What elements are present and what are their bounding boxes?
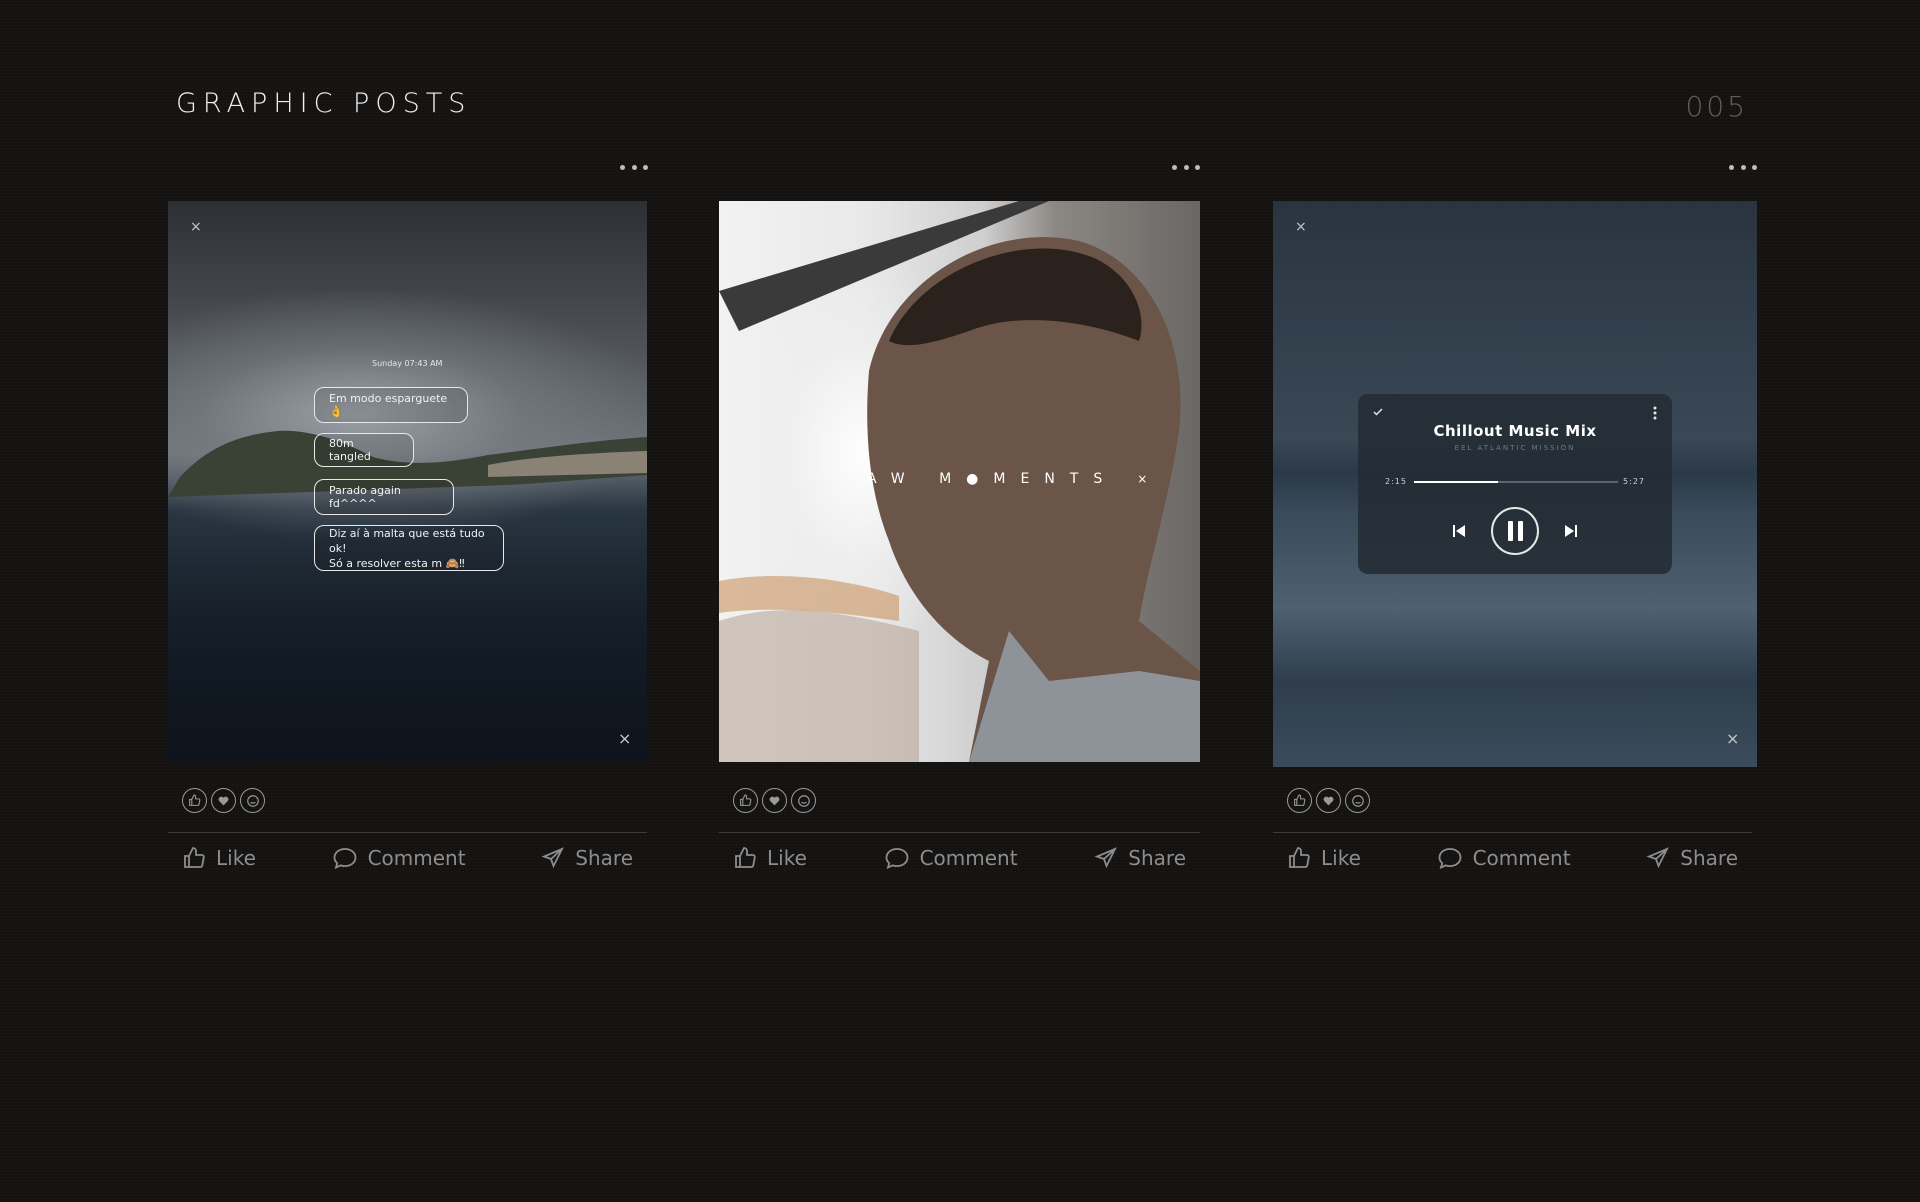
more-options-icon[interactable] (1172, 160, 1200, 174)
total-duration: 5:27 (1623, 477, 1645, 486)
send-icon (541, 847, 565, 869)
close-icon[interactable]: × (1137, 472, 1147, 486)
like-button[interactable]: Like (182, 846, 256, 870)
send-icon (1646, 847, 1670, 869)
progress-bar[interactable] (1414, 481, 1618, 483)
comment-bubble-icon (333, 848, 356, 870)
skip-previous-icon[interactable] (1452, 524, 1466, 538)
share-label: Share (1128, 846, 1186, 870)
share-button[interactable]: Share (1646, 846, 1738, 870)
send-icon (1094, 847, 1118, 869)
comment-button[interactable]: Comment (884, 846, 1018, 870)
post-image[interactable]: × × Sunday 07:43 AM Em modo esparguete 👌… (168, 201, 647, 762)
page-number: 005 (1685, 90, 1748, 123)
share-button[interactable]: Share (541, 846, 633, 870)
divider (1273, 832, 1752, 833)
smiley-reaction-icon[interactable] (1345, 788, 1370, 813)
like-button[interactable]: Like (1287, 846, 1361, 870)
post-card: × × Chillout Music Mix EEL ATLANTIC MISS… (1273, 160, 1757, 880)
post-card: AW M●MENTS × Like Comment Share (719, 160, 1200, 880)
reaction-icons (182, 788, 265, 813)
comment-label: Comment (367, 846, 466, 870)
track-title: Chillout Music Mix (1433, 422, 1597, 440)
like-button[interactable]: Like (733, 846, 807, 870)
thumbs-up-icon (1289, 847, 1310, 868)
post-image[interactable]: AW M●MENTS × (719, 201, 1200, 762)
reaction-icons (733, 788, 816, 813)
reaction-icons (1287, 788, 1370, 813)
track-subtitle: EEL ATLANTIC MISSION (1454, 444, 1576, 452)
like-label: Like (767, 846, 807, 870)
chat-bubble: Diz aí à malta que está tudo ok! Só a re… (314, 525, 504, 571)
thumbs-up-reaction-icon[interactable] (1287, 788, 1312, 813)
smiley-reaction-icon[interactable] (240, 788, 265, 813)
close-icon[interactable]: × (618, 729, 631, 748)
overlay-title: AW M●MENTS × (867, 471, 1147, 487)
close-icon[interactable]: × (1726, 729, 1739, 748)
close-icon[interactable]: × (1295, 219, 1307, 235)
chat-bubble: Em modo esparguete 👌 (314, 387, 468, 423)
comment-label: Comment (919, 846, 1018, 870)
smiley-reaction-icon[interactable] (791, 788, 816, 813)
chat-bubble: 80m tangled (314, 433, 414, 467)
comment-label: Comment (1472, 846, 1571, 870)
heart-reaction-icon[interactable] (1316, 788, 1341, 813)
music-player: Chillout Music Mix EEL ATLANTIC MISSION … (1358, 394, 1672, 574)
share-button[interactable]: Share (1094, 846, 1186, 870)
post-card: × × Sunday 07:43 AM Em modo esparguete 👌… (168, 160, 648, 880)
comment-bubble-icon (1438, 848, 1461, 870)
chat-bubble-line: Diz aí à malta que está tudo ok! (329, 526, 485, 555)
thumbs-up-reaction-icon[interactable] (182, 788, 207, 813)
thumbs-up-icon (735, 847, 756, 868)
heart-reaction-icon[interactable] (762, 788, 787, 813)
check-icon[interactable] (1372, 406, 1384, 418)
thumbs-up-icon (184, 847, 205, 868)
heart-reaction-icon[interactable] (211, 788, 236, 813)
chat-bubble-line: Só a resolver esta m 🙈‼ (329, 556, 465, 570)
divider (168, 832, 647, 833)
like-label: Like (216, 846, 256, 870)
thumbs-up-reaction-icon[interactable] (733, 788, 758, 813)
chat-bubble: Parado again fd^^^^ (314, 479, 454, 515)
more-options-icon[interactable] (1729, 160, 1757, 174)
elapsed-time: 2:15 (1385, 477, 1407, 486)
page-title: GRAPHIC POSTS (176, 88, 472, 119)
progress-fill (1414, 481, 1498, 483)
overlay-text: AW M●MENTS (867, 471, 1118, 487)
divider (719, 832, 1200, 833)
comment-button[interactable]: Comment (332, 846, 466, 870)
post-actions: Like Comment Share (168, 846, 647, 870)
comment-bubble-icon (885, 848, 908, 870)
skip-next-icon[interactable] (1564, 524, 1578, 538)
post-image[interactable]: × × Chillout Music Mix EEL ATLANTIC MISS… (1273, 201, 1757, 767)
more-options-icon[interactable] (620, 160, 648, 174)
more-vertical-icon[interactable] (1652, 406, 1658, 420)
post-actions: Like Comment Share (719, 846, 1200, 870)
post-actions: Like Comment Share (1273, 846, 1752, 870)
chat-timestamp: Sunday 07:43 AM (372, 359, 443, 368)
share-label: Share (1680, 846, 1738, 870)
like-label: Like (1321, 846, 1361, 870)
share-label: Share (575, 846, 633, 870)
pause-button[interactable] (1491, 507, 1539, 555)
comment-button[interactable]: Comment (1437, 846, 1571, 870)
close-icon[interactable]: × (190, 219, 202, 235)
